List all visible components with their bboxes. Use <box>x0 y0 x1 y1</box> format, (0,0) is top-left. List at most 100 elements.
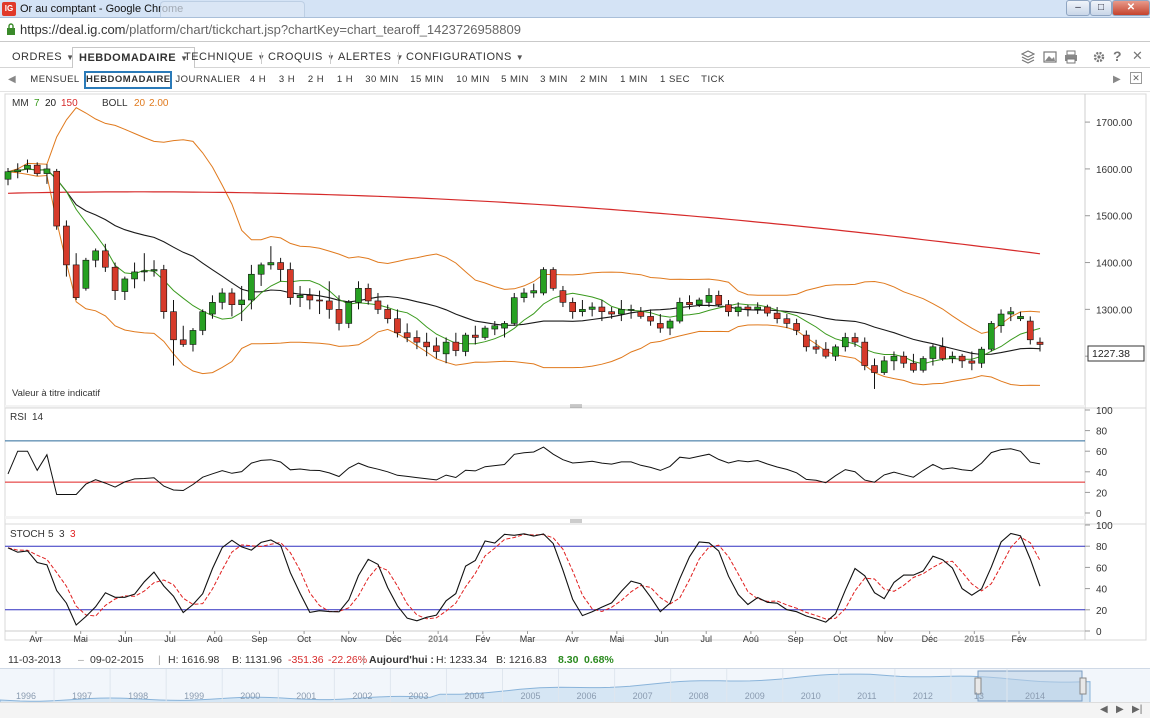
x-tick-label: Oct <box>297 634 312 644</box>
candle-up-body <box>189 330 197 345</box>
candle-up-body <box>949 355 956 359</box>
candle-down-body <box>374 300 382 310</box>
candle-up-body <box>841 337 849 348</box>
candle <box>540 267 547 296</box>
candle <box>549 267 557 291</box>
x-tick-label: Oct <box>833 634 848 644</box>
x-tick-label: Mai <box>73 634 88 644</box>
x-tick-label: Sep <box>251 634 267 644</box>
candle-up-body <box>978 348 985 364</box>
tf-2min[interactable]: 2 MIN <box>577 71 611 89</box>
navigator-year-label: 2012 <box>913 691 933 701</box>
tf-hebdomadaire[interactable]: HEBDOMADAIRE <box>84 71 172 89</box>
menu-configurations[interactable]: CONFIGURATIONS ▼ <box>400 47 530 67</box>
candle <box>53 168 60 230</box>
candle-up-body <box>121 278 129 292</box>
navigator-year-label: 2007 <box>633 691 653 701</box>
bottom-scrollbar[interactable]: ◀ ▶ ▶| <box>0 702 1150 718</box>
background-tab[interactable] <box>160 1 305 17</box>
candle-down-body <box>803 334 810 348</box>
price-tick-label: 1700.00 <box>1096 118 1133 129</box>
candle-down-body <box>637 311 645 317</box>
x-tick-label: Jul <box>700 634 712 644</box>
menu-label: TECHNIQUE <box>184 51 254 63</box>
candle-up-body <box>82 259 90 289</box>
address-bar[interactable]: https://deal.ig.com/platform/chart/tickc… <box>0 18 1150 42</box>
tf-journalier[interactable]: JOURNALIER <box>175 71 241 89</box>
close-chart-icon[interactable]: ✕ <box>1132 48 1146 63</box>
ma-period-20: 20 <box>45 98 57 109</box>
help-icon[interactable]: ? <box>1113 48 1127 64</box>
stoch-tick-label: 100 <box>1096 521 1113 532</box>
scroll-right-icon[interactable]: ▶ <box>1116 704 1124 715</box>
ig-favicon: IG <box>2 2 16 16</box>
candle-down-body <box>608 311 615 315</box>
candle-down-body <box>1036 341 1044 345</box>
navigator-canvas[interactable]: 1996 1997 1998 1999 2000 2001 2002 2003 2004 2005… <box>0 669 1150 704</box>
x-tick-label: Mai <box>610 634 625 644</box>
chart-canvas[interactable]: 1700.001600.001500.001400.001300.001200.… <box>0 92 1150 652</box>
rsi-period: 14 <box>32 412 44 423</box>
tf-tick[interactable]: TICK <box>698 71 728 89</box>
collapse-icon[interactable]: ✕ <box>1130 72 1142 84</box>
tf-1h[interactable]: 1 H <box>334 71 356 89</box>
candle-up-body <box>929 346 937 359</box>
minimize-button[interactable]: – <box>1066 0 1090 16</box>
navigator-year-label: 2006 <box>577 691 597 701</box>
maximize-button[interactable]: □ <box>1090 0 1112 16</box>
candle-down-body <box>900 355 908 364</box>
candle-down-body <box>403 332 411 338</box>
menu-hebdomadaire[interactable]: HEBDOMADAIRE ▼ <box>72 47 196 69</box>
candle-up-body <box>14 169 22 173</box>
printer-icon[interactable] <box>1064 50 1078 64</box>
candle <box>861 337 869 371</box>
candle-up-body <box>355 287 362 303</box>
range-from: 11-03-2013 <box>8 654 61 666</box>
candle-down-body <box>764 306 771 314</box>
close-button[interactable]: ✕ <box>1112 0 1150 16</box>
menu-technique[interactable]: TECHNIQUE▼ <box>178 47 272 67</box>
tf-3min[interactable]: 3 MIN <box>537 71 571 89</box>
gear-icon[interactable] <box>1092 50 1106 64</box>
candle-up-body <box>4 171 12 180</box>
timeline-navigator[interactable]: 1996 1997 1998 1999 2000 2001 2002 2003 2004 2005… <box>0 668 1150 704</box>
candle-down-body <box>472 334 479 338</box>
rsi-tick-label: 40 <box>1096 468 1108 479</box>
candle-down-body <box>277 262 284 270</box>
tf-2h[interactable]: 2 H <box>305 71 327 89</box>
candle-down-body <box>53 170 60 227</box>
tf-15min[interactable]: 15 MIN <box>407 71 447 89</box>
tf-30min[interactable]: 30 MIN <box>362 71 402 89</box>
candle-up-body <box>491 325 499 330</box>
navigator-year-label: 13 <box>974 691 984 701</box>
candle-down-body <box>656 323 664 329</box>
tf-1min[interactable]: 1 MIN <box>617 71 651 89</box>
candle-down-body <box>452 341 460 351</box>
tf-mensuel[interactable]: MENSUEL <box>27 71 83 89</box>
candle-up-body <box>501 323 508 329</box>
layers-icon[interactable] <box>1021 50 1035 64</box>
x-tick-label: 2015 <box>964 634 984 644</box>
menu-ordres[interactable]: ORDRES ▼ <box>6 47 80 67</box>
scroll-right-icon[interactable]: ▶ <box>1113 74 1121 85</box>
candle-down-body <box>433 345 440 352</box>
tf-1sec[interactable]: 1 SEC <box>657 71 693 89</box>
tf-4h[interactable]: 4 H <box>247 71 269 89</box>
scroll-end-icon[interactable]: ▶| <box>1132 704 1142 715</box>
image-icon[interactable] <box>1043 50 1057 64</box>
candle-down-body <box>822 348 830 357</box>
candle-up-body <box>890 355 898 362</box>
x-tick-label: Jul <box>164 634 176 644</box>
scroll-left-icon[interactable]: ◀ <box>8 74 16 85</box>
navigator-handle-right[interactable] <box>1079 677 1087 695</box>
price-tick-label: 1500.00 <box>1096 212 1133 223</box>
tf-5min[interactable]: 5 MIN <box>498 71 532 89</box>
tf-10min[interactable]: 10 MIN <box>453 71 493 89</box>
scroll-left-icon[interactable]: ◀ <box>1100 704 1108 715</box>
url-text[interactable]: https://deal.ig.com/platform/chart/tickc… <box>20 22 521 37</box>
window-title: Or au comptant - Google Chrome <box>20 3 184 15</box>
tf-3h[interactable]: 3 H <box>276 71 298 89</box>
price-tick-label: 1600.00 <box>1096 165 1133 176</box>
candle-down-body <box>413 337 421 343</box>
browser-titlebar: IG Or au comptant - Google Chrome – □ ✕ <box>0 0 1150 18</box>
